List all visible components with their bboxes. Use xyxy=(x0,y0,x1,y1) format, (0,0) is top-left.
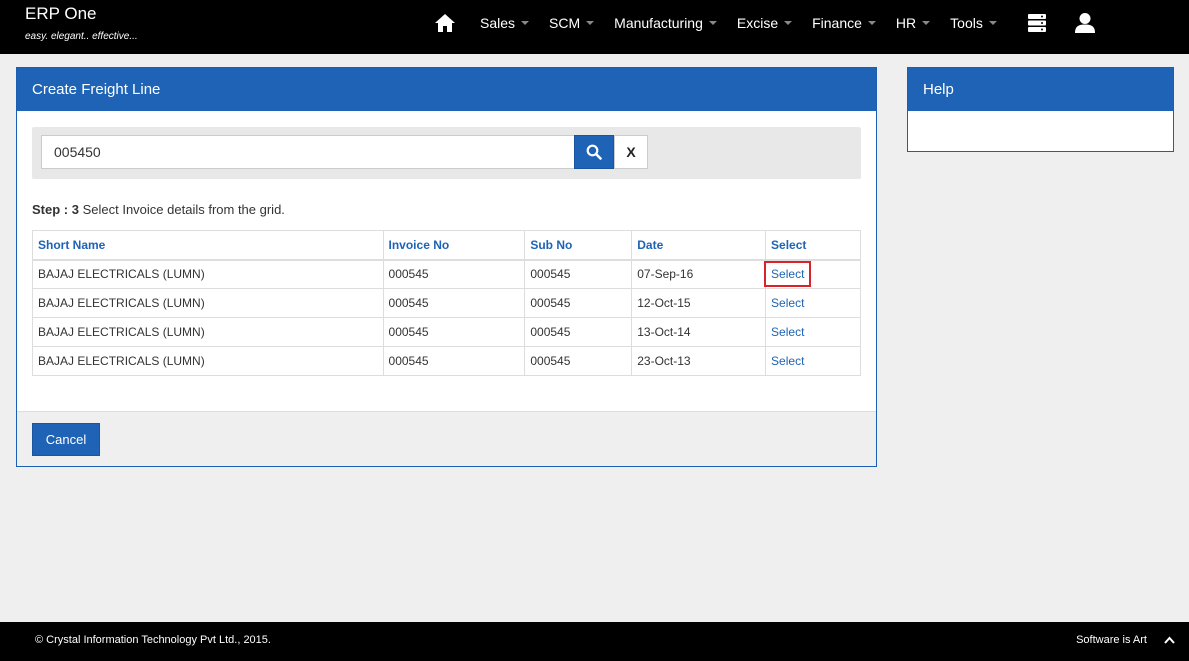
table-row: BAJAJ ELECTRICALS (LUMN) 000545 000545 1… xyxy=(32,317,861,347)
nav-item-tools[interactable]: Tools xyxy=(940,0,1007,46)
caret-down-icon xyxy=(867,21,876,25)
help-title: Help xyxy=(908,68,1173,111)
caret-down-icon xyxy=(922,21,931,25)
brand-title: ERP One xyxy=(25,4,97,23)
nav-item-sales[interactable]: Sales xyxy=(470,0,539,46)
user-icon[interactable] xyxy=(1067,0,1103,46)
search-icon xyxy=(586,144,602,160)
col-select: Select xyxy=(765,230,861,261)
cell-invoice-no: 000545 xyxy=(382,346,526,376)
nav-item-excise[interactable]: Excise xyxy=(727,0,802,46)
cell-sub-no: 000545 xyxy=(524,259,633,289)
cell-sub-no: 000545 xyxy=(524,317,633,347)
invoice-grid: Short Name Invoice No Sub No Date Select… xyxy=(32,230,861,376)
cell-invoice-no: 000545 xyxy=(382,288,526,318)
step-text: Select Invoice details from the grid. xyxy=(82,202,285,217)
main-nav: Sales SCM Manufacturing Excise Finance H… xyxy=(430,0,1103,46)
col-date[interactable]: Date xyxy=(631,230,767,261)
caret-down-icon xyxy=(586,21,595,25)
step-instruction: Step : 3 Select Invoice details from the… xyxy=(32,202,285,217)
cell-date: 13-Oct-14 xyxy=(631,317,767,347)
select-link[interactable]: Select xyxy=(771,354,804,368)
panel-footer: Cancel xyxy=(17,411,876,466)
table-row: BAJAJ ELECTRICALS (LUMN) 000545 000545 0… xyxy=(32,259,861,289)
panel-title: Create Freight Line xyxy=(17,68,876,111)
col-short-name[interactable]: Short Name xyxy=(32,230,384,261)
caret-down-icon xyxy=(988,21,997,25)
help-panel: Help xyxy=(907,67,1174,152)
step-number: Step : 3 xyxy=(32,202,79,217)
table-row: BAJAJ ELECTRICALS (LUMN) 000545 000545 2… xyxy=(32,346,861,376)
search-button[interactable] xyxy=(574,135,614,169)
search-bar: X xyxy=(32,127,861,179)
cell-invoice-no: 000545 xyxy=(382,317,526,347)
grid-header-row: Short Name Invoice No Sub No Date Select xyxy=(32,230,861,261)
col-invoice-no[interactable]: Invoice No xyxy=(382,230,526,261)
copyright-text: © Crystal Information Technology Pvt Ltd… xyxy=(35,634,271,646)
cell-date: 07-Sep-16 xyxy=(631,259,767,289)
home-icon[interactable] xyxy=(430,0,460,46)
select-link[interactable]: Select xyxy=(764,261,812,288)
caret-down-icon xyxy=(784,21,793,25)
brand-tagline: easy. elegant.. effective... xyxy=(25,31,138,42)
nav-item-manufacturing[interactable]: Manufacturing xyxy=(604,0,727,46)
server-icon[interactable] xyxy=(1019,0,1055,46)
nav-item-finance[interactable]: Finance xyxy=(802,0,886,46)
table-row: BAJAJ ELECTRICALS (LUMN) 000545 000545 1… xyxy=(32,288,861,318)
top-navbar: ERP One easy. elegant.. effective... Sal… xyxy=(0,0,1189,54)
cell-date: 12-Oct-15 xyxy=(631,288,767,318)
nav-item-hr[interactable]: HR xyxy=(886,0,940,46)
select-link[interactable]: Select xyxy=(771,325,804,339)
cell-short-name: BAJAJ ELECTRICALS (LUMN) xyxy=(32,288,384,318)
caret-down-icon xyxy=(708,21,717,25)
col-sub-no[interactable]: Sub No xyxy=(524,230,633,261)
cell-short-name: BAJAJ ELECTRICALS (LUMN) xyxy=(32,317,384,347)
create-freight-line-panel: Create Freight Line X Step : 3 Select In… xyxy=(16,67,877,467)
search-input[interactable] xyxy=(41,135,575,169)
select-link[interactable]: Select xyxy=(771,296,804,310)
brand[interactable]: ERP One easy. elegant.. effective... xyxy=(25,4,138,42)
cell-short-name: BAJAJ ELECTRICALS (LUMN) xyxy=(32,259,384,289)
cell-invoice-no: 000545 xyxy=(382,259,526,289)
clear-search-button[interactable]: X xyxy=(614,135,648,169)
caret-down-icon xyxy=(521,21,530,25)
page-footer: © Crystal Information Technology Pvt Ltd… xyxy=(0,622,1189,661)
cell-short-name: BAJAJ ELECTRICALS (LUMN) xyxy=(32,346,384,376)
cancel-button[interactable]: Cancel xyxy=(32,423,100,456)
nav-item-scm[interactable]: SCM xyxy=(539,0,604,46)
cell-sub-no: 000545 xyxy=(524,346,633,376)
cell-date: 23-Oct-13 xyxy=(631,346,767,376)
cell-sub-no: 000545 xyxy=(524,288,633,318)
chevron-up-icon[interactable] xyxy=(1164,635,1175,647)
slogan-text: Software is Art xyxy=(1076,634,1147,646)
